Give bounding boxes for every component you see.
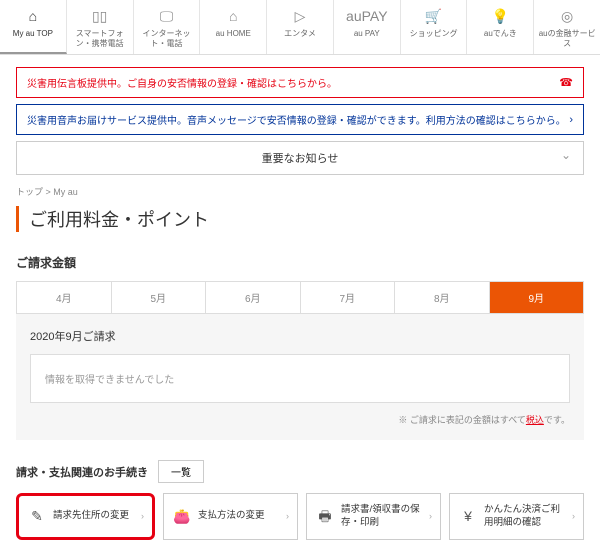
- important-notice-toggle[interactable]: 重要なお知らせ: [16, 141, 584, 175]
- month-tab-1[interactable]: 4月: [17, 282, 112, 313]
- proc-easy-payment-details-icon: ¥: [458, 507, 478, 525]
- nav-myau-top[interactable]: ⌂ My au TOP: [0, 0, 67, 54]
- month-tabs: 4月5月6月7月8月9月: [16, 281, 584, 314]
- nav-label: auの金融サービス: [539, 29, 596, 48]
- billing-heading: ご請求金額: [16, 254, 584, 271]
- nav-myau-top-icon: ⌂: [2, 8, 64, 26]
- nav-label: au HOME: [216, 29, 251, 38]
- nav-finance-icon: ◎: [536, 8, 598, 26]
- notice-label: 重要なお知らせ: [262, 153, 339, 165]
- procedures-row: ✎ 請求先住所の変更 › 👛 支払方法の変更 › 🖶 請求書/領収書の保存・印刷 › ¥ かんたん決…: [16, 493, 584, 540]
- proc-save-print-invoice[interactable]: 🖶 請求書/領収書の保存・印刷 ›: [306, 493, 441, 540]
- breadcrumb: トップ > My au: [16, 185, 584, 198]
- proc-label: 支払方法の変更: [198, 510, 280, 522]
- tax-included-link[interactable]: 税込: [526, 415, 544, 425]
- alert-text: 災害用伝言板提供中。ご自身の安否情報の登録・確認はこちらから。: [27, 75, 337, 90]
- billing-tax-note: ※ ご請求に表記の金額はすべて税込です。: [30, 413, 570, 426]
- phone-icon: ☎: [559, 76, 573, 89]
- procedures-list-button[interactable]: 一覧: [158, 460, 204, 483]
- proc-easy-payment-details[interactable]: ¥ かんたん決済ご利用明細の確認 ›: [449, 493, 584, 540]
- proc-label: 請求書/領収書の保存・印刷: [341, 504, 423, 529]
- alert-text: 災害用音声お届けサービス提供中。音声メッセージで安否情報の登録・確認ができます。…: [27, 112, 566, 127]
- nav-entertainment-icon: ▷: [269, 8, 331, 26]
- billing-period-title: 2020年9月ご請求: [30, 328, 570, 344]
- month-tab-6[interactable]: 9月: [490, 282, 585, 313]
- month-tab-3[interactable]: 6月: [206, 282, 301, 313]
- chevron-right-icon: ›: [572, 511, 575, 523]
- chevron-right-icon: ›: [569, 114, 573, 126]
- nav-shopping-icon: 🛒: [403, 8, 465, 26]
- nav-label: My au TOP: [13, 29, 53, 38]
- alert-disaster-board[interactable]: 災害用伝言板提供中。ご自身の安否情報の登録・確認はこちらから。 ☎: [16, 67, 584, 98]
- nav-aupay[interactable]: auPAY au PAY: [334, 0, 401, 54]
- nav-audenki[interactable]: 💡 auでんき: [467, 0, 534, 54]
- nav-internet-icon: 🖵: [136, 8, 198, 26]
- nav-smartphone-icon: ▯▯: [69, 8, 131, 26]
- proc-save-print-invoice-icon: 🖶: [315, 507, 335, 525]
- month-tab-4[interactable]: 7月: [301, 282, 396, 313]
- chevron-right-icon: ›: [429, 511, 432, 523]
- proc-change-payment-method-icon: 👛: [172, 507, 192, 525]
- month-tab-5[interactable]: 8月: [395, 282, 490, 313]
- alert-disaster-voice[interactable]: 災害用音声お届けサービス提供中。音声メッセージで安否情報の登録・確認ができます。…: [16, 104, 584, 135]
- month-tab-2[interactable]: 5月: [112, 282, 207, 313]
- top-navigation: ⌂ My au TOP ▯▯ スマートフォン・携帯電話 🖵 インターネット・電話 ⌂ au H…: [0, 0, 600, 55]
- nav-label: au PAY: [354, 29, 380, 38]
- nav-aupay-icon: auPAY: [336, 8, 398, 26]
- nav-entertainment[interactable]: ▷ エンタメ: [267, 0, 334, 54]
- procedures-header: 請求・支払関連のお手続き 一覧: [16, 460, 584, 483]
- nav-audenki-icon: 💡: [469, 8, 531, 26]
- billing-error-message: 情報を取得できませんでした: [30, 354, 570, 403]
- proc-change-billing-address-icon: ✎: [27, 507, 47, 525]
- nav-auhome-icon: ⌂: [202, 8, 264, 26]
- chevron-right-icon: ›: [286, 511, 289, 523]
- page-title: ご利用料金・ポイント: [16, 206, 584, 232]
- nav-label: インターネット・電話: [142, 29, 190, 48]
- nav-smartphone[interactable]: ▯▯ スマートフォン・携帯電話: [67, 0, 134, 54]
- nav-label: ショッピング: [410, 29, 458, 38]
- proc-label: 請求先住所の変更: [53, 510, 135, 522]
- nav-label: auでんき: [484, 29, 517, 38]
- nav-label: スマートフォン・携帯電話: [76, 29, 124, 48]
- procedures-heading: 請求・支払関連のお手続き: [16, 464, 148, 480]
- chevron-right-icon: ›: [141, 511, 144, 523]
- billing-box: 2020年9月ご請求 情報を取得できませんでした ※ ご請求に表記の金額はすべて…: [16, 314, 584, 440]
- nav-internet[interactable]: 🖵 インターネット・電話: [134, 0, 201, 54]
- proc-label: かんたん決済ご利用明細の確認: [484, 504, 566, 529]
- nav-label: エンタメ: [284, 29, 316, 38]
- nav-shopping[interactable]: 🛒 ショッピング: [401, 0, 468, 54]
- proc-change-payment-method[interactable]: 👛 支払方法の変更 ›: [163, 493, 298, 540]
- nav-auhome[interactable]: ⌂ au HOME: [200, 0, 267, 54]
- proc-change-billing-address[interactable]: ✎ 請求先住所の変更 ›: [16, 493, 155, 540]
- nav-finance[interactable]: ◎ auの金融サービス: [534, 0, 600, 54]
